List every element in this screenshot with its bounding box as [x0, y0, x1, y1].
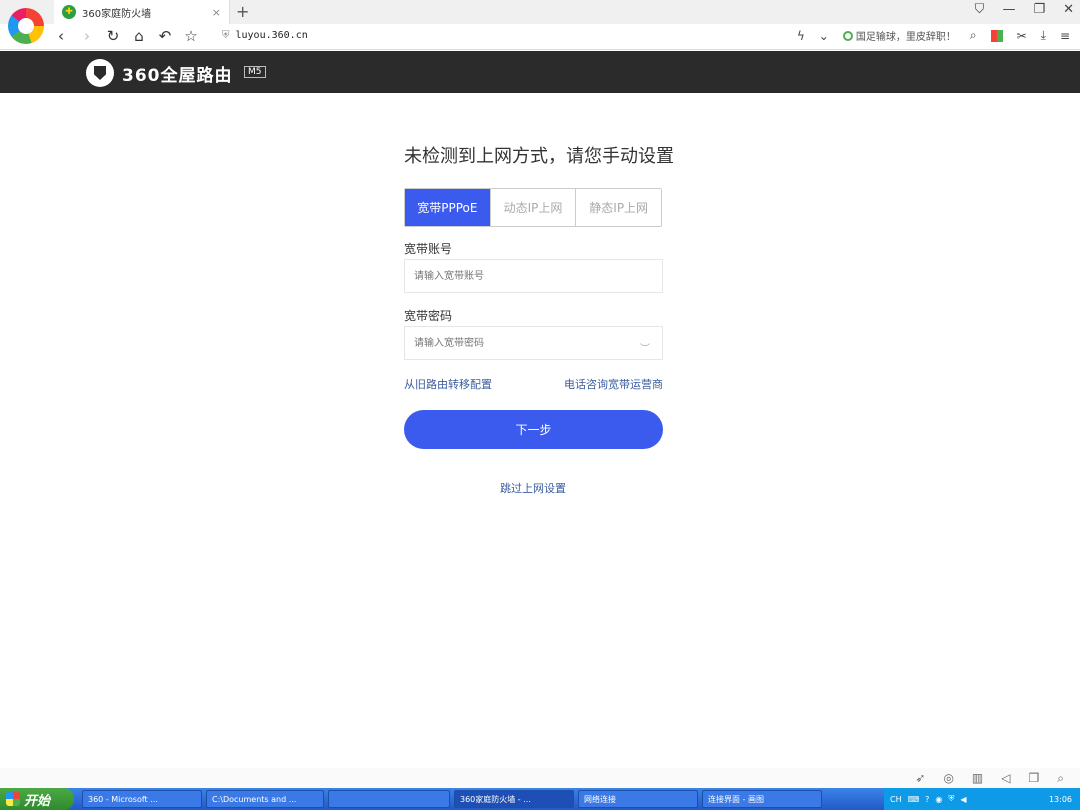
close-window-icon[interactable]: ✕	[1063, 2, 1074, 17]
status-icons: ➶ ◎ ▥ ◁ ❐ ⌕	[915, 771, 1064, 786]
search-icon[interactable]: ⌕	[970, 28, 977, 43]
lightning-icon[interactable]: ϟ	[797, 29, 805, 43]
undo-icon[interactable]: ↶	[158, 27, 172, 45]
download-icon[interactable]: ⤓	[1041, 28, 1046, 43]
url-text: luyou.360.cn	[235, 30, 308, 41]
browser-tab[interactable]: ✚ 360家庭防火墙 ×	[54, 0, 230, 24]
taskbar-item-label: 网络连接	[584, 794, 616, 804]
zoom-icon[interactable]: ⌕	[1057, 771, 1064, 786]
close-tab-icon[interactable]: ×	[212, 6, 221, 19]
system-tray: CH ⌨ ? ◉ ⛨ ◀ 13:06	[884, 788, 1080, 810]
help-icon[interactable]: ?	[925, 795, 929, 804]
window-icon[interactable]: ❐	[1029, 771, 1040, 786]
home-icon[interactable]: ⌂	[132, 27, 146, 45]
circle-arrow-icon[interactable]: ◎	[943, 771, 953, 786]
taskbar-item-label: 连接界面 - 画图	[708, 794, 764, 804]
chevron-down-icon[interactable]: ⌄	[819, 29, 829, 43]
news-ticker[interactable]: 国足输球，里皮辞职！	[842, 28, 956, 43]
eye-hidden-icon[interactable]: ︶	[640, 340, 650, 355]
browser-logo[interactable]	[8, 8, 44, 44]
taskbar-item-paint[interactable]: 连接界面 - 画图	[702, 790, 822, 808]
taskbar-item-explorer[interactable]: C:\Documents and ...	[206, 790, 324, 808]
next-button[interactable]: 下一步	[404, 410, 663, 449]
consult-isp-link[interactable]: 电话咨询宽带运营商	[564, 376, 663, 392]
back-arrow-icon[interactable]: ‹	[54, 27, 68, 45]
address-bar-right: ϟ ⌄ 国足输球，里皮辞职！ ⌕ ✂ ⤓ ≡	[797, 28, 1070, 43]
skip-setup-link[interactable]: 跳过上网设置	[500, 480, 566, 496]
network-icon[interactable]: ◉	[935, 795, 942, 804]
migrate-config-link[interactable]: 从旧路由转移配置	[404, 376, 492, 392]
account-input[interactable]	[404, 259, 663, 293]
minimize-icon[interactable]: —	[1002, 2, 1015, 17]
router-shield-logo-icon	[86, 59, 114, 87]
skin-icon[interactable]: ⛉	[975, 2, 985, 17]
language-indicator[interactable]: CH	[890, 795, 902, 804]
speaker-icon[interactable]: ◁	[1001, 771, 1010, 786]
tab-pppoe[interactable]: 宽带PPPoE	[405, 189, 491, 226]
scissors-icon[interactable]: ✂	[1017, 29, 1027, 43]
browser-status-strip: ➶ ◎ ▥ ◁ ❐ ⌕	[0, 768, 1080, 788]
tab-title: 360家庭防火墙	[82, 8, 152, 20]
firewall-tab-icon: ✚	[62, 5, 76, 19]
trash-icon[interactable]: ▥	[972, 771, 983, 786]
window-controls: ⛉ — ❐ ✕	[975, 2, 1074, 17]
new-tab-button[interactable]: +	[236, 2, 249, 21]
rocket-icon[interactable]: ➶	[915, 771, 925, 786]
star-icon[interactable]: ☆	[184, 27, 198, 45]
taskbar-item-network[interactable]: 网络连接	[578, 790, 698, 808]
volume-icon[interactable]: ◀	[960, 795, 966, 804]
nav-icons: ‹ › ↻ ⌂ ↶ ☆	[54, 27, 198, 45]
page-title: 未检测到上网方式，请您手动设置	[404, 146, 674, 167]
address-bar: ‹ › ↻ ⌂ ↶ ☆ ⛨ luyou.360.cn ϟ ⌄ 国足输球，里皮辞职！…	[0, 24, 1080, 50]
taskbar-item-firewall-app[interactable]	[328, 790, 450, 808]
password-label: 宽带密码	[404, 309, 453, 323]
taskbar-item-browser[interactable]: 360家庭防火墙 - ...	[454, 790, 574, 808]
router-brand: 360全屋路由	[122, 66, 233, 86]
security-icon[interactable]: ⛨	[948, 794, 954, 804]
taskbar-item-label: 360 - Microsoft ...	[88, 794, 158, 804]
tab-static-ip[interactable]: 静态IP上网	[576, 189, 661, 226]
windows-logo-icon	[6, 792, 20, 806]
start-button[interactable]: 开始	[0, 788, 74, 810]
refresh-icon[interactable]: ↻	[106, 27, 120, 45]
browser-tabbar: ✚ 360家庭防火墙 × + ⛉ — ❐ ✕	[0, 0, 1080, 24]
menu-icon[interactable]: ≡	[1060, 29, 1070, 43]
start-label: 开始	[24, 793, 51, 809]
news-text: 国足输球，里皮辞职！	[855, 32, 956, 43]
taskbar-item-word[interactable]: 360 - Microsoft ...	[82, 790, 202, 808]
account-label: 宽带账号	[404, 242, 453, 256]
apps-grid-icon[interactable]	[990, 29, 1003, 42]
connection-mode-tabs: 宽带PPPoE 动态IP上网 静态IP上网	[404, 188, 662, 227]
windows-taskbar: 开始 360 - Microsoft ... C:\Documents and …	[0, 788, 1080, 810]
url-field[interactable]: ⛨ luyou.360.cn	[222, 30, 308, 41]
taskbar-item-label: C:\Documents and ...	[212, 794, 297, 804]
forward-arrow-icon[interactable]: ›	[80, 27, 94, 45]
taskbar-item-label: 360家庭防火墙 - ...	[460, 794, 531, 804]
shield-icon: ⛨	[222, 30, 230, 41]
router-header: 360全屋路由 M5	[0, 51, 1080, 93]
password-input[interactable]	[404, 326, 663, 360]
news-icon	[842, 30, 853, 41]
router-model-badge: M5	[244, 66, 266, 78]
clock[interactable]: 13:06	[1049, 795, 1080, 804]
tab-dynamic-ip[interactable]: 动态IP上网	[491, 189, 577, 226]
restore-icon[interactable]: ❐	[1033, 2, 1045, 17]
keyboard-icon[interactable]: ⌨	[908, 795, 920, 804]
